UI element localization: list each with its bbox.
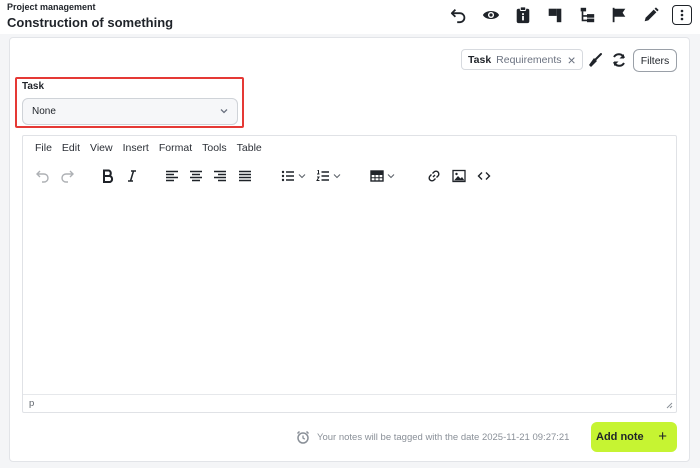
menu-edit[interactable]: Edit [62,142,80,154]
editor-statusbar: p [23,394,676,412]
undo-icon[interactable] [35,167,51,185]
breadcrumb[interactable]: Project management [7,2,96,12]
rich-text-editor: File Edit View Insert Format Tools Table [22,135,677,413]
flag-icon[interactable] [608,4,630,26]
broom-icon[interactable] [586,51,604,69]
note-panel: Task Requirements × Filters Task None Fi… [9,37,690,462]
task-field: Task None [15,77,244,128]
eye-icon[interactable] [480,4,502,26]
page-title: Construction of something [7,15,174,30]
top-bar: Project management Construction of somet… [0,0,700,34]
clipboard-icon[interactable] [512,4,534,26]
task-label: Task [22,81,45,92]
menu-insert[interactable]: Insert [123,142,149,154]
date-tag-text: Your notes will be tagged with the date … [317,431,570,443]
numbered-list-icon[interactable] [314,167,342,185]
alarm-clock-icon [296,430,310,444]
filter-chip[interactable]: Task Requirements × [461,49,583,70]
bold-icon[interactable] [101,167,115,185]
align-right-icon[interactable] [213,167,227,185]
flag-board-icon[interactable] [544,4,566,26]
redo-icon[interactable] [59,167,75,185]
editor-content-area[interactable] [23,194,676,394]
menu-view[interactable]: View [90,142,113,154]
filters-button[interactable]: Filters [633,49,677,72]
plus-icon: + [658,428,667,445]
date-tag-note: Your notes will be tagged with the date … [296,430,569,444]
editor-toolbar [35,167,665,185]
undo-icon[interactable] [448,4,470,26]
align-left-icon[interactable] [165,167,179,185]
header-actions [438,4,692,26]
chevron-down-icon [220,109,228,114]
menu-file[interactable]: File [35,142,52,154]
resize-handle-icon[interactable] [665,401,673,409]
add-note-button[interactable]: Add note + [591,422,677,452]
add-note-label: Add note [596,431,644,443]
element-path[interactable]: p [29,398,34,409]
bullet-list-icon[interactable] [279,167,307,185]
code-icon[interactable] [477,167,491,185]
chevron-down-icon [333,174,340,179]
more-vertical-icon[interactable] [672,5,692,25]
italic-icon[interactable] [125,167,139,185]
align-justify-icon[interactable] [238,167,252,185]
filter-chip-value: Requirements [496,53,562,66]
menu-tools[interactable]: Tools [202,142,227,154]
hierarchy-icon[interactable] [576,4,598,26]
menu-format[interactable]: Format [159,142,192,154]
task-select[interactable]: None [22,98,238,125]
refresh-icon[interactable] [610,51,628,69]
image-icon[interactable] [452,167,466,185]
link-icon[interactable] [427,167,441,185]
table-icon[interactable] [368,167,396,185]
chevron-down-icon [387,174,394,179]
pencil-icon[interactable] [640,4,662,26]
chevron-down-icon [298,174,305,179]
close-icon[interactable]: × [568,53,576,67]
editor-menubar: File Edit View Insert Format Tools Table [35,142,272,154]
task-select-value: None [32,106,56,117]
filter-chip-key: Task [468,53,492,66]
align-center-icon[interactable] [189,167,203,185]
menu-table[interactable]: Table [237,142,262,154]
